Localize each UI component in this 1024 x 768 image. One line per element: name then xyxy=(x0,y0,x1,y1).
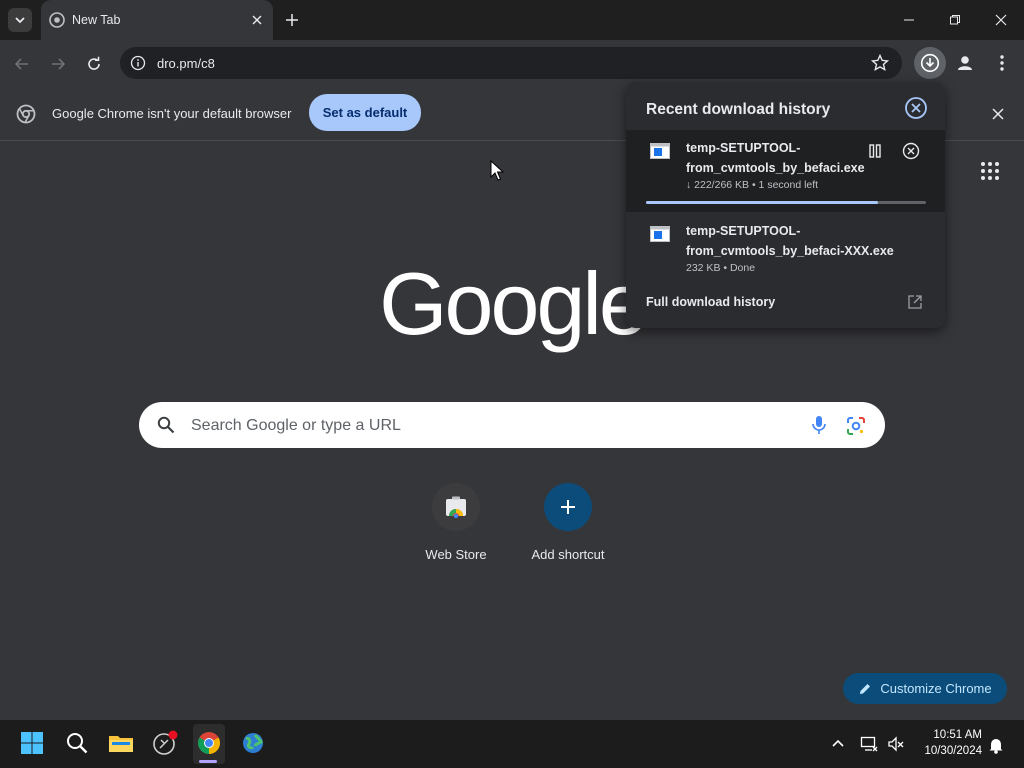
globe-icon xyxy=(243,733,263,753)
infobar-message: Google Chrome isn't your default browser xyxy=(52,106,292,121)
reload-icon xyxy=(88,56,100,70)
search-input[interactable]: Search Google or type a URL xyxy=(191,417,401,435)
voice-search-icon[interactable] xyxy=(810,415,828,435)
minimize-button[interactable] xyxy=(895,8,923,32)
exe-file-icon xyxy=(650,226,670,242)
customize-chrome-label: Customize Chrome xyxy=(880,681,992,696)
download-filename[interactable]: temp-SETUPTOOL- from_cvmtools_by_befaci-… xyxy=(686,221,916,261)
shortcut-label-add-shortcut[interactable]: Add shortcut xyxy=(513,547,623,562)
network-icon xyxy=(860,736,878,752)
tab-close-button[interactable] xyxy=(247,10,267,30)
app-icon xyxy=(153,730,178,755)
tab-title: New Tab xyxy=(72,13,121,27)
active-app-indicator xyxy=(199,760,217,763)
search-icon xyxy=(67,733,88,754)
plus-icon xyxy=(286,14,298,26)
site-info-icon[interactable] xyxy=(130,55,146,71)
taskbar-time[interactable]: 10:51 AM xyxy=(920,729,982,741)
shortcut-web-store[interactable] xyxy=(432,483,480,531)
google-lens-icon[interactable] xyxy=(846,416,866,436)
web-store-icon xyxy=(446,496,466,518)
shortcut-label-web-store[interactable]: Web Store xyxy=(401,547,511,562)
profile-icon[interactable] xyxy=(955,53,975,73)
search-icon xyxy=(157,416,175,434)
bell-icon xyxy=(989,739,1003,754)
set-as-default-button[interactable]: Set as default xyxy=(309,94,421,131)
cancel-download-icon[interactable] xyxy=(902,142,920,160)
restore-icon xyxy=(950,15,960,25)
open-in-new-icon[interactable] xyxy=(907,294,923,310)
tab-search-button[interactable] xyxy=(8,8,32,32)
network-button[interactable] xyxy=(860,735,878,753)
windows-logo-icon xyxy=(21,732,43,754)
download-bubble-title: Recent download history xyxy=(646,101,831,118)
google-logo: Google xyxy=(379,262,648,353)
taskbar-app-button[interactable] xyxy=(152,730,178,756)
download-filename: temp-SETUPTOOL- from_cvmtools_by_befaci.… xyxy=(686,141,865,175)
chevron-up-icon xyxy=(832,739,844,747)
download-status: 232 KB • Done xyxy=(686,262,756,274)
add-shortcut-button[interactable] xyxy=(544,483,592,531)
close-icon xyxy=(252,15,262,25)
kebab-menu-icon[interactable] xyxy=(994,53,1010,73)
system-tray-expand-button[interactable] xyxy=(830,735,846,751)
plus-icon xyxy=(561,500,575,514)
bookmark-star-icon[interactable] xyxy=(871,54,889,72)
volume-muted-icon xyxy=(888,736,904,752)
close-icon xyxy=(995,14,1007,26)
close-circle-icon[interactable] xyxy=(904,96,928,120)
arrow-right-icon xyxy=(52,58,66,70)
arrow-left-icon xyxy=(14,58,28,70)
notifications-button[interactable] xyxy=(988,736,1004,754)
reload-button[interactable] xyxy=(82,52,106,76)
taskbar-date[interactable]: 10/30/2024 xyxy=(912,745,982,757)
exe-file-icon xyxy=(650,143,670,159)
mouse-cursor-icon xyxy=(490,160,504,181)
chrome-favicon-icon xyxy=(49,12,65,28)
forward-button[interactable] xyxy=(46,52,70,76)
back-button[interactable] xyxy=(10,52,34,76)
taskbar-search-button[interactable] xyxy=(64,730,90,756)
close-icon xyxy=(992,108,1004,120)
pause-icon[interactable] xyxy=(867,143,883,159)
taskbar-browser-button[interactable] xyxy=(240,730,266,756)
new-tab-button[interactable] xyxy=(282,10,302,30)
folder-icon xyxy=(109,736,133,752)
chrome-logo-icon xyxy=(16,104,36,124)
download-icon xyxy=(920,53,940,73)
omnibox-url[interactable]: dro.pm/c8 xyxy=(157,56,215,71)
taskbar-chrome-button[interactable] xyxy=(196,730,222,756)
restore-button[interactable] xyxy=(941,8,969,32)
svg-text:Google: Google xyxy=(379,262,645,353)
downloads-button[interactable] xyxy=(914,47,946,79)
full-download-history-link[interactable]: Full download history xyxy=(646,295,775,309)
download-status: ↓ 222/266 KB • 1 second left xyxy=(686,179,819,191)
minimize-icon xyxy=(904,19,914,21)
download-progress-bar xyxy=(646,201,879,204)
close-window-button[interactable] xyxy=(987,8,1015,32)
pencil-icon xyxy=(860,683,871,694)
chevron-down-icon xyxy=(15,17,25,24)
file-explorer-button[interactable] xyxy=(108,730,134,756)
customize-chrome-button[interactable]: Customize Chrome xyxy=(843,673,1007,704)
omnibox[interactable] xyxy=(120,47,902,79)
start-button[interactable] xyxy=(19,730,45,756)
volume-button[interactable] xyxy=(887,735,905,753)
chrome-logo-icon xyxy=(198,732,220,754)
google-apps-icon[interactable] xyxy=(980,161,1000,181)
infobar-close-button[interactable] xyxy=(988,104,1008,124)
